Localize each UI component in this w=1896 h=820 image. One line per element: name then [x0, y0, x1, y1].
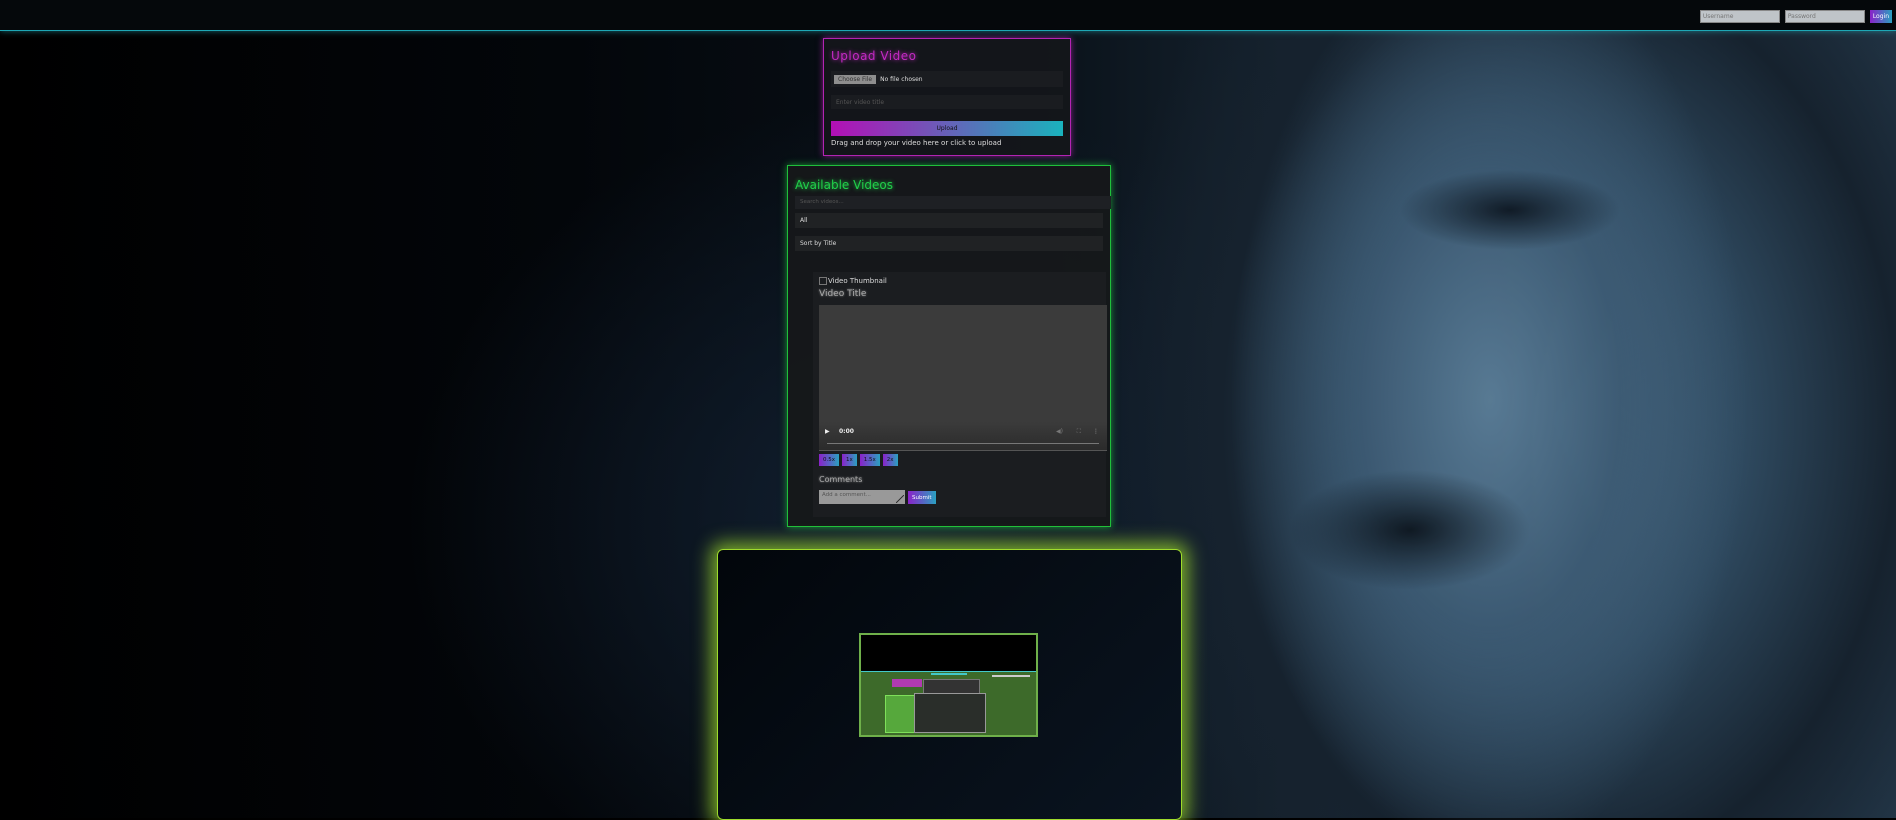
mini-title-bar [931, 673, 967, 675]
videos-title: Available Videos [795, 178, 894, 192]
username-input[interactable] [1699, 10, 1780, 23]
play-icon[interactable]: ▶ [825, 428, 830, 435]
password-input[interactable] [1784, 10, 1865, 23]
fullscreen-icon[interactable]: ⛶ [1077, 428, 1081, 436]
login-form: Login [1699, 10, 1892, 23]
video-thumbnail[interactable]: Video Thumbnail [819, 277, 1100, 285]
progress-track[interactable] [827, 443, 1099, 444]
file-input[interactable]: Choose File No file chosen [831, 71, 1063, 87]
mini-upload-block [892, 679, 922, 687]
background-face-image [1230, 20, 1896, 820]
preview-panel [717, 549, 1182, 820]
speed-button-1x[interactable]: 1x [842, 454, 857, 466]
speed-button-1-5x[interactable]: 1.5x [859, 454, 880, 466]
video-title-input[interactable]: Enter video title [831, 95, 1063, 109]
broken-image-icon [819, 277, 827, 285]
login-button[interactable]: Login [1869, 10, 1892, 23]
category-select[interactable]: All [795, 213, 1103, 228]
mini-green-block [885, 695, 915, 733]
resize-grip-icon[interactable] [896, 495, 904, 503]
preview-screenshot-image [859, 633, 1038, 737]
mini-window-block [914, 693, 986, 733]
submit-comment-button[interactable]: Submit [908, 491, 936, 504]
comment-placeholder: Add a comment... [822, 492, 871, 498]
upload-title: Upload Video [831, 49, 917, 63]
volume-icon[interactable]: ◀) [1056, 428, 1063, 435]
upload-panel: Upload Video Choose File No file chosen … [823, 38, 1071, 156]
video-card: Video Thumbnail Video Title ▶ 0:00 ◀) ⛶ … [813, 272, 1107, 517]
comment-textarea[interactable]: Add a comment... [819, 490, 905, 504]
speed-button-2x[interactable]: 2x [882, 454, 898, 466]
video-player[interactable]: ▶ 0:00 ◀) ⛶ ⋮ [819, 305, 1107, 451]
drop-zone-text[interactable]: Drag and drop your video here or click t… [831, 139, 1063, 147]
file-status: No file chosen [880, 75, 923, 83]
mini-header [861, 635, 1036, 672]
more-options-icon[interactable]: ⋮ [1093, 428, 1099, 435]
player-time: 0:00 [839, 428, 854, 435]
speed-button-0-5x[interactable]: 0.5x [819, 454, 840, 466]
available-videos-panel: Available Videos Search videos... All So… [787, 165, 1111, 527]
video-title: Video Title [819, 289, 867, 299]
thumbnail-alt-text: Video Thumbnail [828, 277, 887, 285]
search-input[interactable]: Search videos... [795, 196, 1111, 209]
mini-login-bar [992, 675, 1030, 677]
player-controls: ▶ 0:00 ◀) ⛶ ⋮ [819, 422, 1107, 450]
top-bar: Login [0, 0, 1896, 31]
speed-controls: 0.5x 1x 1.5x 2x [819, 454, 1100, 466]
upload-button[interactable]: Upload [831, 121, 1063, 136]
choose-file-button[interactable]: Choose File [834, 74, 877, 84]
sort-select[interactable]: Sort by Title [795, 236, 1103, 251]
comment-form: Add a comment... Submit [819, 490, 1100, 504]
comments-heading: Comments [819, 475, 863, 484]
